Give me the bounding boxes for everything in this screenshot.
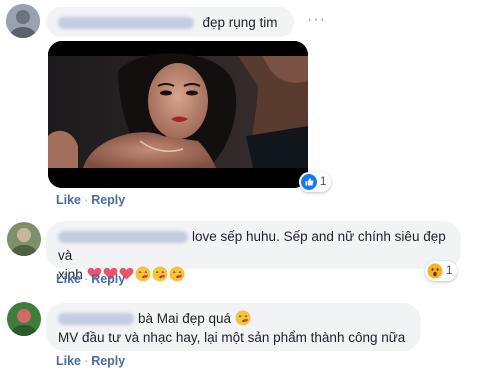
more-options-icon[interactable]: ··· [307, 11, 326, 29]
separator-dot: · [84, 354, 89, 368]
comment-text: bà Mai đẹp quá [138, 311, 232, 326]
commenter-avatar[interactable] [6, 4, 40, 38]
separator-dot: · [84, 272, 89, 286]
reaction-count: 1 [446, 265, 453, 277]
reply-link[interactable]: Reply [91, 272, 125, 286]
comment-line: love sếp huhu. Sếp and nữ chính siêu đẹp… [58, 227, 449, 265]
kiss-face-icon [135, 266, 151, 282]
reaction-badge[interactable]: 1 [299, 172, 332, 192]
like-link[interactable]: Like [56, 272, 81, 286]
wow-icon [427, 263, 443, 279]
comment-text: đẹp rụng tim [202, 15, 278, 30]
comment-author[interactable] [58, 16, 194, 29]
comment-line: bà Mai đẹp quá [58, 309, 409, 328]
like-link[interactable]: Like [56, 354, 81, 368]
separator-dot: · [84, 193, 89, 207]
comment-bubble: đẹp rụng tim [46, 7, 294, 37]
kiss-face-icon [152, 266, 168, 282]
comment-bubble: love sếp huhu. Sếp and nữ chính siêu đẹp… [46, 221, 461, 282]
reaction-count: 1 [320, 176, 327, 188]
commenter-avatar[interactable] [7, 222, 41, 256]
reply-link[interactable]: Reply [91, 193, 125, 207]
comment-text: MV đầu tư và nhạc hay, lại một sản phẩm … [58, 330, 406, 345]
comment-author[interactable] [58, 313, 134, 326]
commenter-avatar[interactable] [7, 302, 41, 336]
comment-actions: Like · Reply [56, 354, 125, 368]
comment-author[interactable] [58, 231, 188, 244]
comment-actions: Like · Reply [56, 193, 125, 207]
like-link[interactable]: Like [56, 193, 81, 207]
reaction-badge[interactable]: 1 [425, 261, 458, 281]
kiss-face-icon [169, 266, 185, 282]
kiss-face-icon [235, 310, 251, 326]
like-icon [301, 174, 317, 190]
comment-actions: Like · Reply [56, 272, 125, 286]
reply-link[interactable]: Reply [91, 354, 125, 368]
comment-bubble: bà Mai đẹp quá MV đầu tư và nhạc hay, lạ… [46, 303, 421, 351]
comment-attachment-image[interactable] [48, 41, 308, 188]
